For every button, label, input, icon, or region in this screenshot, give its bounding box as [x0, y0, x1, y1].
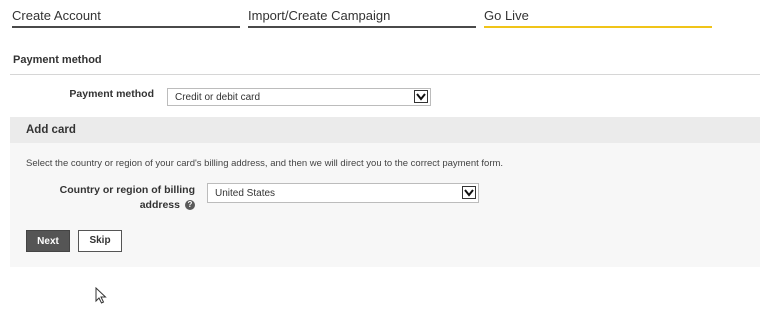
- chevron-down-icon[interactable]: [462, 186, 476, 199]
- payment-method-select[interactable]: Credit or debit card: [167, 88, 431, 106]
- step-go-live[interactable]: Go Live: [484, 6, 712, 28]
- country-label-line1: Country or region of billing: [59, 184, 195, 196]
- add-card-header: Add card: [10, 117, 760, 143]
- section-divider: [10, 74, 760, 75]
- progress-steps: Create Account Import/Create Campaign Go…: [12, 6, 712, 28]
- chevron-down-icon[interactable]: [414, 90, 428, 103]
- country-region-value: United States: [215, 188, 276, 199]
- country-label-line2: address: [139, 199, 180, 211]
- step-import-create-campaign[interactable]: Import/Create Campaign: [248, 6, 476, 28]
- payment-method-heading: Payment method: [13, 54, 102, 66]
- add-card-panel: Add card Select the country or region of…: [10, 117, 760, 267]
- question-circle-icon[interactable]: ?: [185, 200, 195, 211]
- add-card-title: Add card: [26, 124, 76, 136]
- step-create-account[interactable]: Create Account: [12, 6, 240, 28]
- country-region-label: Country or region of billing address?: [50, 183, 195, 213]
- country-region-select[interactable]: United States: [207, 183, 479, 203]
- mouse-pointer-icon: [95, 286, 107, 309]
- next-button[interactable]: Next: [26, 230, 70, 252]
- payment-method-value: Credit or debit card: [175, 92, 261, 103]
- skip-button[interactable]: Skip: [78, 230, 122, 252]
- add-card-description: Select the country or region of your car…: [26, 158, 504, 169]
- payment-method-label: Payment method: [69, 88, 154, 100]
